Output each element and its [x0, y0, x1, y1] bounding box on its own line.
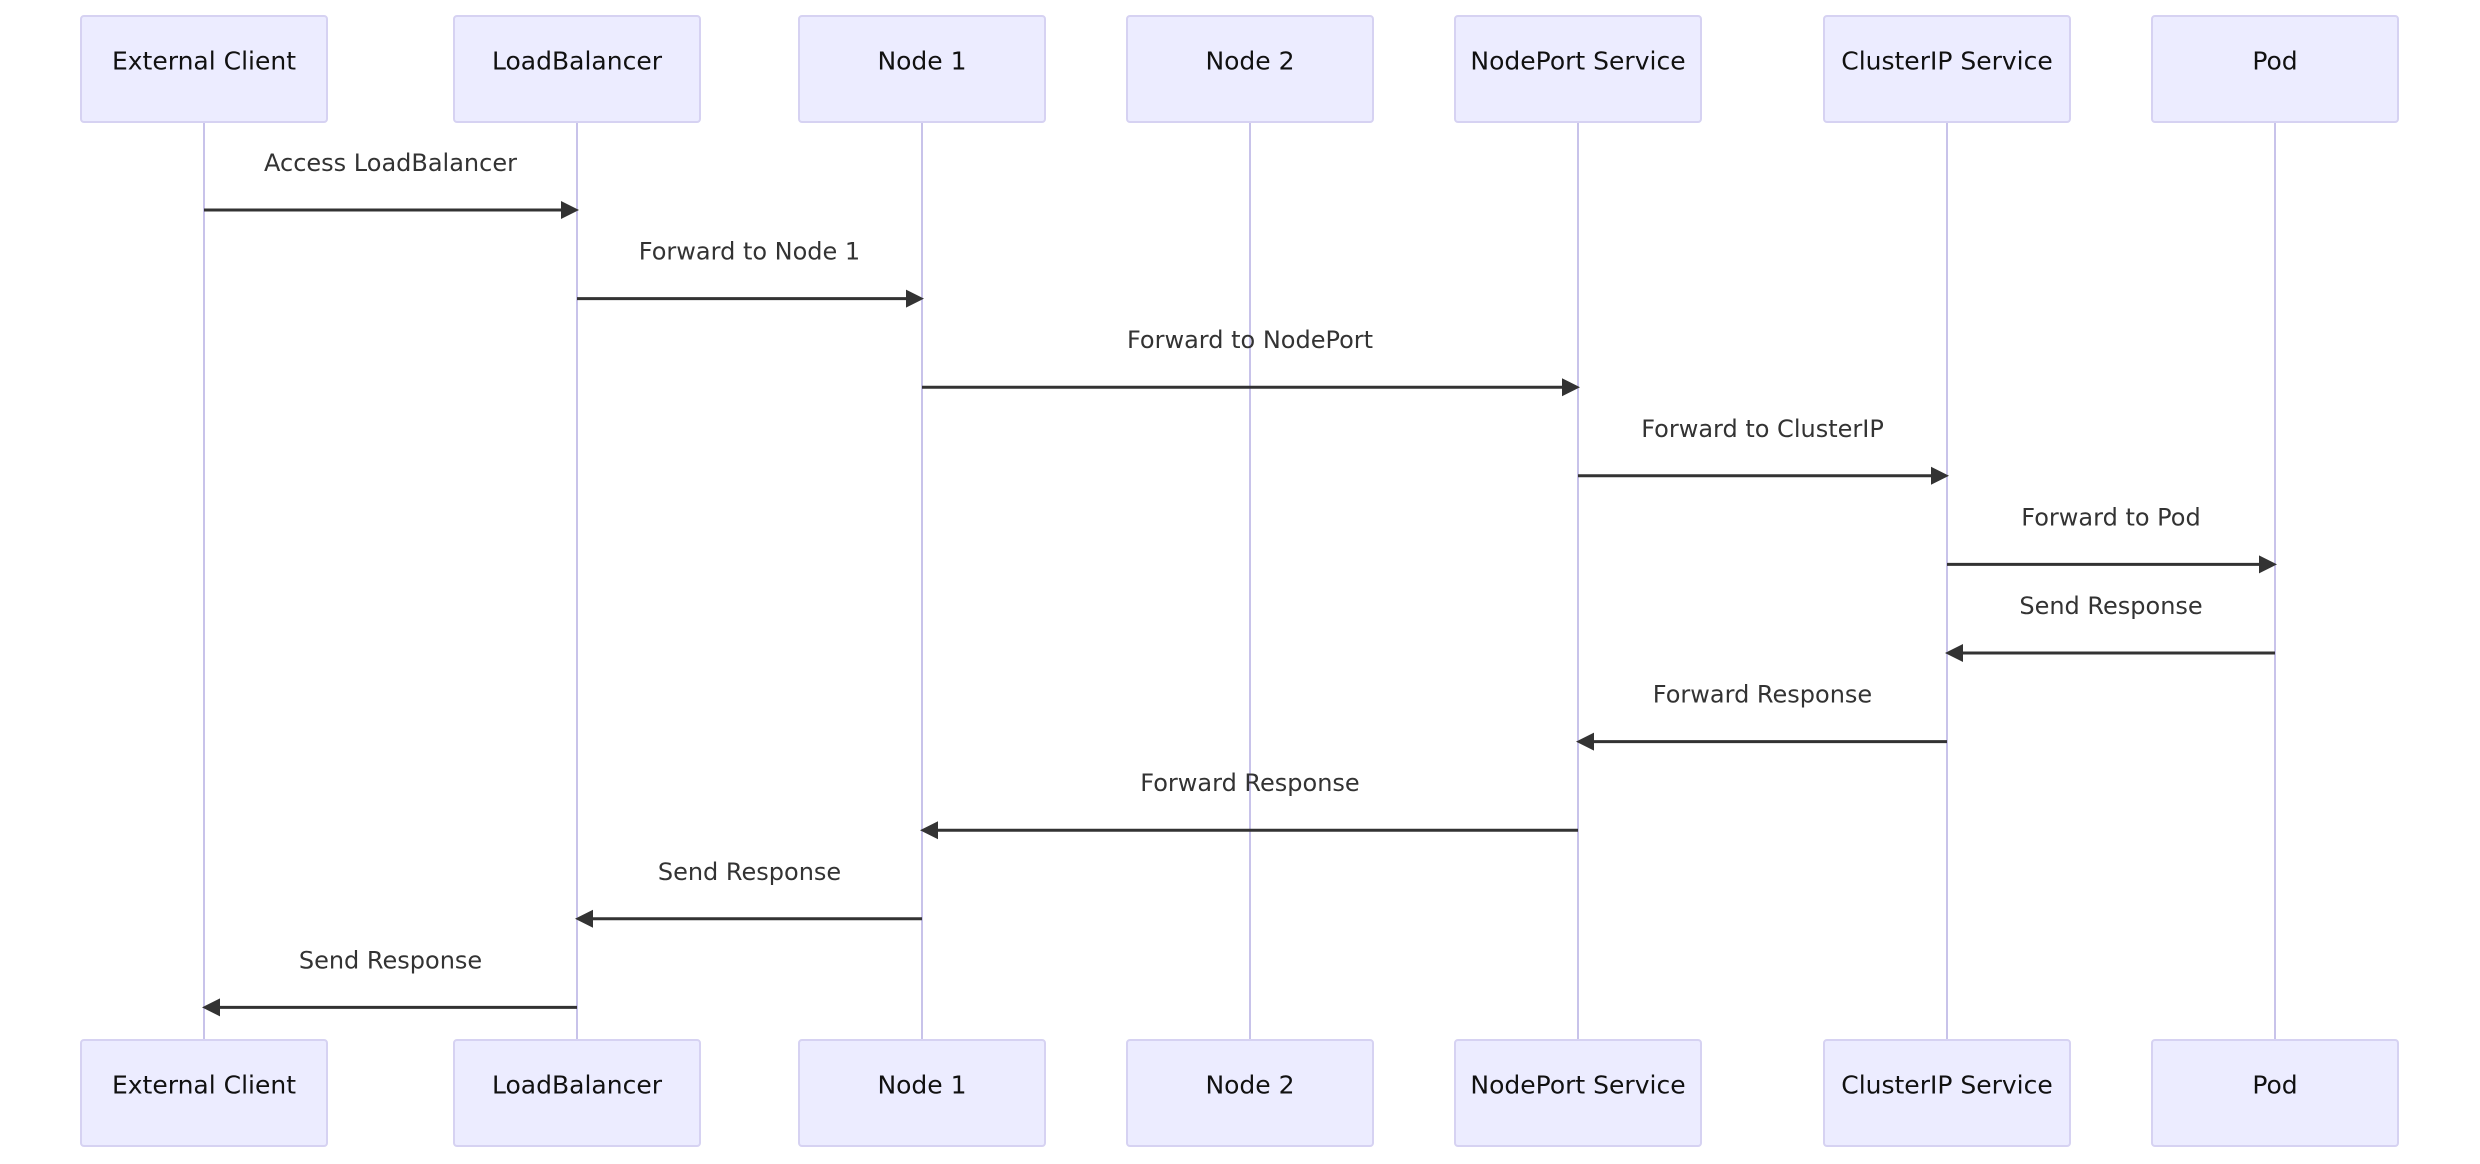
message-4: Forward to ClusterIP: [1578, 415, 1949, 485]
actor-label: Pod: [2252, 1071, 2297, 1100]
actor-node2-bottom[interactable]: Node 2: [1126, 1039, 1374, 1147]
messages: Access LoadBalancer Forward to Node 1 Forw…: [202, 149, 2277, 1017]
actor-label: Node 1: [877, 47, 966, 76]
message-label: Access LoadBalancer: [264, 149, 517, 177]
message-1: Access LoadBalancer: [204, 149, 579, 219]
message-label: Send Response: [299, 946, 482, 974]
actor-label: ClusterIP Service: [1841, 47, 2053, 76]
actor-clusterip-top[interactable]: ClusterIP Service: [1823, 15, 2071, 123]
actor-node1-top[interactable]: Node 1: [798, 15, 1046, 123]
actor-client-top[interactable]: External Client: [80, 15, 328, 123]
message-label: Forward Response: [1140, 769, 1359, 797]
actor-pod-bottom[interactable]: Pod: [2151, 1039, 2399, 1147]
message-2: Forward to Node 1: [577, 238, 924, 308]
actor-label: NodePort Service: [1470, 1071, 1685, 1100]
actor-label: ClusterIP Service: [1841, 1071, 2053, 1100]
actor-lb-top[interactable]: LoadBalancer: [453, 15, 701, 123]
actor-lb-bottom[interactable]: LoadBalancer: [453, 1039, 701, 1147]
message-9: Send Response: [575, 858, 922, 928]
actors-bottom: External Client LoadBalancer Node 1 Node 2 N…: [80, 1039, 2399, 1147]
message-label: Forward to ClusterIP: [1641, 415, 1884, 443]
message-10: Send Response: [202, 946, 577, 1017]
message-6: Send Response: [1945, 592, 2275, 662]
actor-node1-bottom[interactable]: Node 1: [798, 1039, 1046, 1147]
message-label: Forward to Node 1: [639, 238, 860, 266]
message-label: Send Response: [658, 858, 841, 886]
actor-node2-top[interactable]: Node 2: [1126, 15, 1374, 123]
actor-label: Node 1: [877, 1071, 966, 1100]
actor-label: Pod: [2252, 47, 2297, 76]
actor-clusterip-bottom[interactable]: ClusterIP Service: [1823, 1039, 2071, 1147]
message-7: Forward Response: [1576, 681, 1947, 751]
actor-label: LoadBalancer: [492, 47, 663, 76]
message-label: Forward Response: [1653, 681, 1872, 709]
actor-label: Node 2: [1205, 47, 1294, 76]
message-5: Forward to Pod: [1947, 503, 2277, 574]
actor-nodeport-bottom[interactable]: NodePort Service: [1454, 1039, 1702, 1147]
actor-label: External Client: [112, 1071, 296, 1100]
actor-client-bottom[interactable]: External Client: [80, 1039, 328, 1147]
message-label: Send Response: [2019, 592, 2202, 620]
sequence-diagram: External Client LoadBalancer Node 1 Node 2 N…: [80, 15, 2399, 1147]
message-label: Forward to NodePort: [1127, 326, 1373, 354]
actor-label: External Client: [112, 47, 296, 76]
actors-top: External Client LoadBalancer Node 1 Node 2 N…: [80, 15, 2399, 123]
actor-pod-top[interactable]: Pod: [2151, 15, 2399, 123]
actor-label: Node 2: [1205, 1071, 1294, 1100]
lifelines: [203, 122, 2276, 1040]
actor-label: LoadBalancer: [492, 1071, 663, 1100]
actor-label: NodePort Service: [1470, 47, 1685, 76]
actor-nodeport-top[interactable]: NodePort Service: [1454, 15, 1702, 123]
message-label: Forward to Pod: [2021, 503, 2200, 531]
